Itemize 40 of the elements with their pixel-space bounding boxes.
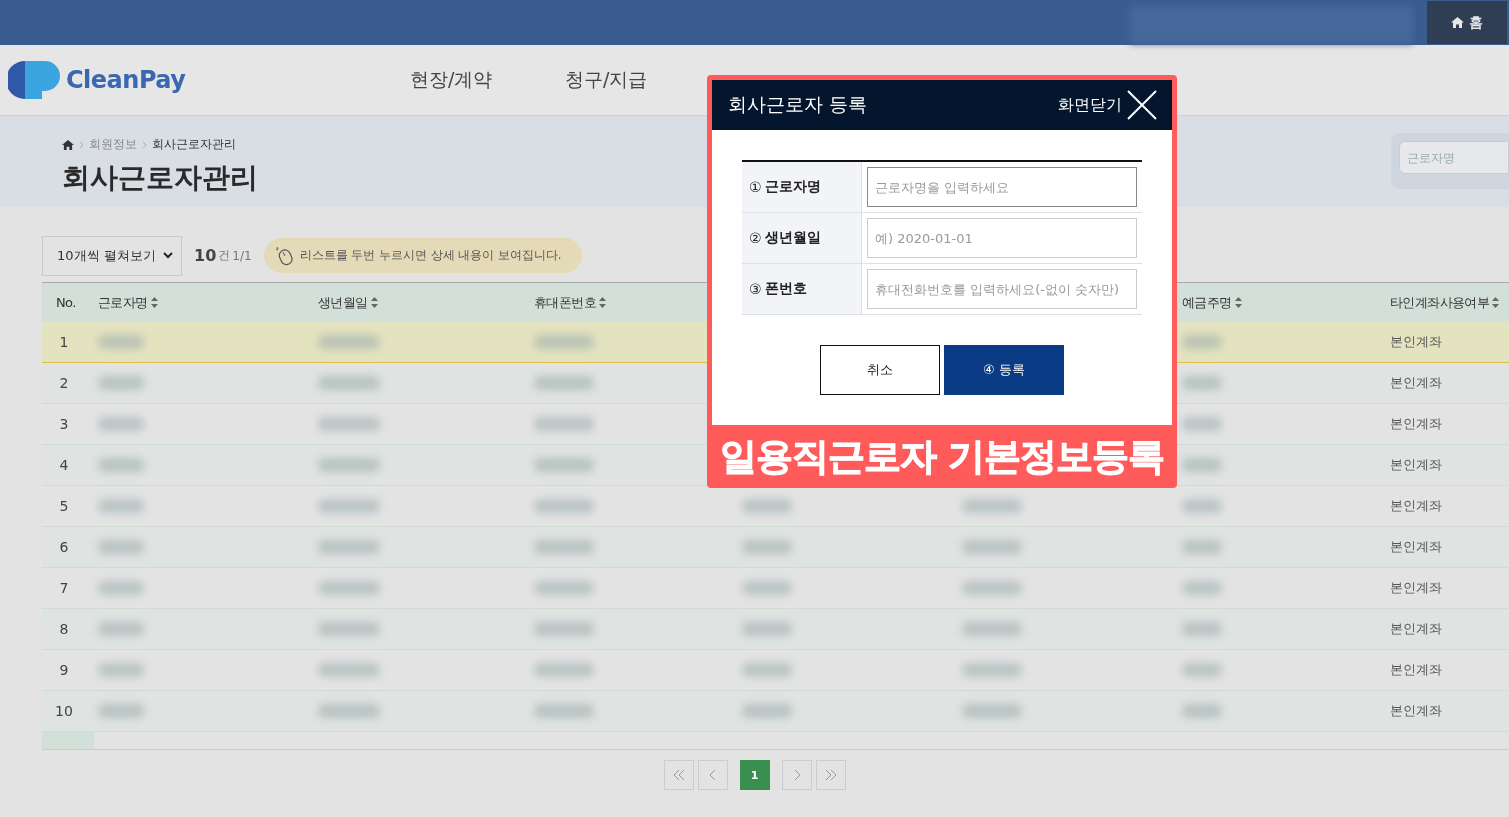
register-button[interactable]: ④ 등록 (944, 345, 1064, 395)
table-cell: 본인계좌 (1378, 609, 1509, 650)
row-number[interactable]: 1 (42, 322, 86, 363)
dialog-title: 회사근로자 등록 (728, 92, 868, 117)
page-size-select[interactable]: 10개씩 펼쳐보기 (42, 235, 182, 276)
cancel-button[interactable]: 취소 (820, 345, 940, 395)
input-field[interactable]: 휴대전화번호를 입력하세요(-없이 숫자만) (867, 269, 1137, 309)
table-cell: 본인계좌 (1378, 363, 1509, 404)
home-button[interactable]: 홈 (1427, 1, 1507, 44)
caption-text: 일용직근로자 기본정보등록 (719, 433, 1165, 480)
row-number[interactable]: 4 (42, 445, 86, 486)
logo-text: CleanPay (66, 66, 186, 94)
row-number[interactable]: 6 (42, 527, 86, 568)
breadcrumb-item[interactable]: 회사근로자관리 (152, 136, 236, 153)
table-cell: 본인계좌 (1378, 445, 1509, 486)
row-number[interactable]: 8 (42, 609, 86, 650)
row-number[interactable]: 10 (42, 691, 86, 732)
column-header[interactable]: 생년월일 (306, 283, 522, 322)
page-button[interactable]: 1 (739, 760, 770, 790)
table-cell: 본인계좌 (1378, 322, 1509, 363)
page-title: 회사근로자관리 (62, 160, 258, 196)
field-label: ② 생년월일 (742, 213, 862, 263)
column-header[interactable]: 근로자명 (86, 283, 306, 322)
column-header[interactable]: 타인계좌사용여부 (1378, 283, 1509, 322)
input-field[interactable]: 근로자명을 입력하세요 (867, 167, 1137, 207)
search-field[interactable]: 근로자명 (1399, 141, 1509, 174)
field-label: ① 근로자명 (742, 162, 862, 212)
count-unit: 건 (218, 247, 231, 264)
table-cell: 본인계좌 (1378, 691, 1509, 732)
nav-link[interactable]: 현장/계약 (410, 67, 543, 93)
total-count: 10 (194, 246, 217, 265)
row-number[interactable]: 2 (42, 363, 86, 404)
nav-link[interactable]: 청구/지급 (565, 67, 698, 93)
page-indicator: 1/1 (232, 248, 252, 263)
close-button[interactable]: 화면닫기 (1058, 89, 1158, 121)
column-header: No. (42, 283, 86, 322)
input-field[interactable]: 예) 2020-01-01 (867, 218, 1137, 258)
hint-text: 리스트를 두번 누르시면 상세 내용이 보여집니다. (299, 248, 562, 263)
field-label: ③ 폰번호 (742, 264, 862, 314)
table-cell: 본인계좌 (1378, 527, 1509, 568)
